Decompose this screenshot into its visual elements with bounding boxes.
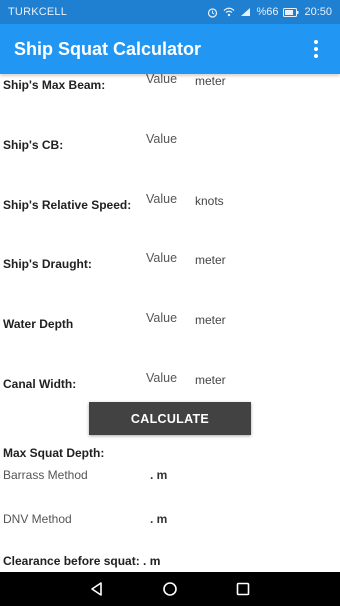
navigation-bar bbox=[0, 572, 340, 606]
field-unit: meter bbox=[195, 74, 226, 88]
wifi-icon bbox=[223, 7, 235, 17]
field-canal-width: Canal Width: Value meter bbox=[0, 371, 340, 395]
clock: 20:50 bbox=[304, 6, 332, 18]
field-max-beam: Ship's Max Beam: Value meter bbox=[0, 74, 340, 96]
status-bar: TURKCELL %66 20:50 bbox=[0, 0, 340, 24]
relative-speed-input[interactable]: Value bbox=[146, 192, 177, 206]
field-unit: meter bbox=[195, 253, 226, 267]
carrier-name: TURKCELL bbox=[8, 6, 68, 18]
app-title: Ship Squat Calculator bbox=[14, 38, 202, 59]
recents-icon[interactable] bbox=[228, 574, 258, 604]
field-relative-speed: Ship's Relative Speed: Value knots bbox=[0, 192, 340, 216]
field-draught: Ship's Draught: Value meter bbox=[0, 251, 340, 275]
field-label: Canal Width: bbox=[3, 377, 77, 391]
field-unit: meter bbox=[195, 313, 226, 327]
field-label: Ship's Relative Speed: bbox=[3, 198, 132, 212]
field-unit: knots bbox=[195, 194, 224, 208]
field-water-depth: Water Depth Value meter bbox=[0, 311, 340, 335]
canal-width-input[interactable]: Value bbox=[146, 371, 177, 385]
draught-input[interactable]: Value bbox=[146, 251, 177, 265]
max-squat-heading: Max Squat Depth: bbox=[3, 446, 105, 460]
overflow-menu-icon[interactable] bbox=[306, 34, 326, 64]
alarm-icon bbox=[207, 7, 218, 18]
max-beam-input[interactable]: Value bbox=[146, 74, 177, 86]
dnv-label: DNV Method bbox=[3, 512, 72, 526]
home-icon[interactable] bbox=[155, 574, 185, 604]
status-icons: %66 20:50 bbox=[207, 6, 332, 18]
cb-input[interactable]: Value bbox=[146, 132, 177, 146]
form-content[interactable]: Ship's Max Beam: Value meter Ship's CB: … bbox=[0, 74, 340, 572]
field-label: Water Depth bbox=[3, 317, 74, 331]
app-bar: Ship Squat Calculator bbox=[0, 24, 340, 74]
field-label: Ship's Max Beam: bbox=[3, 78, 106, 92]
clearance-result: Clearance before squat: . m bbox=[3, 554, 161, 568]
battery-icon bbox=[283, 7, 299, 17]
back-icon[interactable] bbox=[82, 574, 112, 604]
barrass-value: . m bbox=[150, 468, 168, 482]
field-unit: meter bbox=[195, 373, 226, 387]
field-cb: Ship's CB: Value bbox=[0, 132, 340, 156]
dnv-value: . m bbox=[150, 512, 168, 526]
calculate-button[interactable]: CALCULATE bbox=[89, 402, 251, 435]
barrass-label: Barrass Method bbox=[3, 468, 88, 482]
cellular-signal-icon bbox=[240, 7, 251, 17]
battery-percent: %66 bbox=[256, 6, 279, 18]
water-depth-input[interactable]: Value bbox=[146, 311, 177, 325]
field-label: Ship's Draught: bbox=[3, 257, 92, 271]
field-label: Ship's CB: bbox=[3, 138, 64, 152]
